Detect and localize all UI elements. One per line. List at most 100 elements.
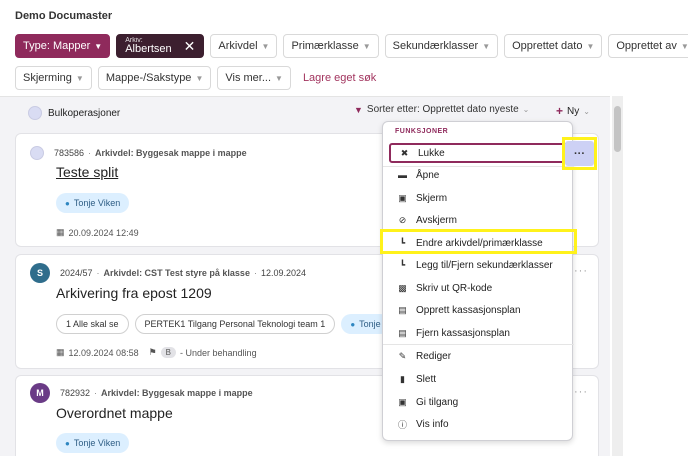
menu-item-label: Avskjerm — [416, 214, 457, 226]
highlight-box — [562, 137, 597, 170]
menu-item-label: Åpne — [416, 169, 440, 181]
bulk-operations-label[interactable]: Bulkoperasjoner — [48, 108, 120, 119]
highlight-box — [380, 229, 577, 254]
sort-icon: ▼ — [354, 104, 363, 115]
scroll-thumb[interactable] — [614, 106, 621, 152]
chevron-down-icon: ▼ — [586, 41, 595, 51]
close-icon[interactable]: ✕ — [184, 38, 196, 55]
plan-icon: ▤ — [398, 304, 407, 315]
avatar: S — [30, 263, 50, 283]
more-options-icon[interactable]: ··· — [574, 265, 588, 277]
chevron-down-icon: ▼ — [680, 41, 688, 51]
card-select-checkbox[interactable] — [30, 146, 44, 160]
menu-item-skjerm[interactable]: ▣ Skjerm — [389, 188, 568, 208]
card-meta: S 2024/57 · Arkivdel: CST Test styre på … — [30, 263, 306, 283]
avatar: M — [30, 383, 50, 403]
card-tags: ● Tonje Viken — [56, 193, 130, 213]
menu-item-label: Fjern kassasjonsplan — [416, 327, 510, 339]
menu-item-gi-tilgang[interactable]: ▣ Gi tilgang — [389, 392, 568, 412]
new-label: Ny — [567, 105, 580, 117]
filter-arkiv-small-label: Arkiv: — [125, 37, 143, 44]
access-tag[interactable]: PERTEK1 Tilgang Personal Teknologi team … — [134, 314, 336, 334]
filter-opprettet-av[interactable]: Opprettet av ▼ — [608, 34, 688, 58]
filter-type-chip[interactable]: Type: Mapper ▼ — [15, 34, 111, 58]
unlock-icon: ⊘ — [398, 214, 407, 225]
app-title: Demo Documaster — [15, 10, 113, 22]
menu-item-label: Slett — [416, 373, 437, 385]
filter-arkivdel[interactable]: Arkivdel ▼ — [210, 34, 278, 58]
lock-icon: ▣ — [398, 192, 407, 203]
sort-label: Sorter etter: Opprettet dato nyeste — [366, 104, 519, 115]
more-options-icon[interactable]: ··· — [574, 386, 588, 398]
person-pill[interactable]: ● Tonje Viken — [56, 193, 130, 213]
card-id: 782932 — [60, 388, 91, 398]
save-search-link[interactable]: Lagre eget søk — [303, 72, 376, 84]
menu-item-label: Rediger — [416, 350, 452, 362]
card-created: 12.09.2024 — [260, 268, 306, 278]
select-all-checkbox[interactable] — [28, 106, 42, 120]
menu-item-label: Vis info — [416, 418, 449, 430]
filter-arkivdel-label: Arkivdel — [218, 40, 258, 52]
filter-vis-mer-label: Vis mer... — [225, 72, 272, 84]
folder-icon: ▬ — [398, 170, 407, 180]
status-text: - Under behandling — [180, 347, 257, 358]
filter-skjerming-label: Skjerming — [23, 72, 72, 84]
menu-item-label: Lukke — [418, 147, 445, 159]
meta-separator: · — [96, 268, 100, 278]
card-date: 20.09.2024 12:49 — [68, 227, 139, 238]
menu-item-sekundaerklasser[interactable]: ┗ Legg til/Fjern sekundærklasser — [389, 255, 568, 275]
menu-item-slett[interactable]: ▮ Slett — [389, 369, 568, 389]
menu-divider — [383, 344, 574, 345]
plus-icon: + — [556, 104, 564, 118]
access-tag[interactable]: 1 Alle skal se — [56, 314, 129, 334]
filter-arkiv-chip[interactable]: Arkiv: Albertsen ✕ — [116, 34, 205, 58]
bulk-toolbar: Bulkoperasjoner — [28, 106, 120, 120]
meta-separator: · — [253, 268, 257, 278]
sort-button[interactable]: ▼ Sorter etter: Opprettet dato nyeste ⌄ — [354, 104, 529, 115]
menu-item-apne[interactable]: ▬ Åpne — [389, 165, 568, 185]
functions-menu: FUNKSJONER ✖ Lukke ▬ Åpne ▣ Skjerm ⊘ Avs… — [382, 121, 574, 441]
menu-item-qr[interactable]: ▩ Skriv ut QR-kode — [389, 278, 568, 298]
menu-item-fjern-kassasjonsplan[interactable]: ▤ Fjern kassasjonsplan — [389, 323, 568, 343]
card-title[interactable]: Arkivering fra epost 1209 — [56, 285, 212, 301]
menu-item-opprett-kassasjonsplan[interactable]: ▤ Opprett kassasjonsplan — [389, 300, 568, 320]
card-date-line: ▦ 12.09.2024 08:58 ⚑ B - Under behandlin… — [56, 347, 257, 358]
card-arkivdel: Arkivdel: CST Test styre på klasse — [103, 268, 250, 278]
filter-opprettet-dato-label: Opprettet dato — [512, 40, 583, 52]
card-title[interactable]: Overordnet mappe — [56, 405, 173, 421]
scrollbar[interactable] — [612, 96, 623, 456]
card-tags: ● Tonje Viken — [56, 433, 130, 453]
filter-opprettet-dato[interactable]: Opprettet dato ▼ — [504, 34, 603, 58]
filter-sekundaerklasser-label: Sekundærklasser — [392, 40, 479, 52]
pencil-icon: ✎ — [398, 350, 407, 361]
flag-icon: ⚑ — [148, 347, 157, 357]
chevron-down-icon: ▼ — [261, 41, 270, 51]
filter-sekundaerklasser[interactable]: Sekundærklasser ▼ — [384, 34, 499, 58]
info-icon: ⓘ — [397, 419, 407, 430]
card-id: 783586 — [54, 148, 85, 158]
filter-sakstype[interactable]: Mappe-/Sakstype ▼ — [97, 66, 212, 90]
menu-item-vis-info[interactable]: ⓘ Vis info — [389, 414, 568, 434]
chevron-down-icon: ▼ — [275, 73, 283, 83]
person-icon: ● — [65, 198, 70, 208]
person-name: Tonje Viken — [73, 438, 121, 448]
new-button[interactable]: + Ny ⌄ — [556, 104, 590, 118]
qr-icon: ▩ — [398, 282, 407, 293]
filter-row-1: Type: Mapper ▼ Arkiv: Albertsen ✕ Arkivd… — [15, 34, 688, 58]
card-title[interactable]: Teste split — [56, 164, 118, 180]
close-circle-icon: ✖ — [400, 147, 409, 158]
menu-item-rediger[interactable]: ✎ Rediger — [389, 346, 568, 366]
menu-item-avskjerm[interactable]: ⊘ Avskjerm — [389, 210, 568, 230]
person-pill[interactable]: ● Tonje Viken — [56, 433, 130, 453]
menu-item-label: Gi tilgang — [416, 396, 459, 408]
person-icon: ● — [65, 438, 70, 448]
chevron-down-icon: ▼ — [94, 41, 103, 51]
filter-arkiv-label: Albertsen — [125, 43, 172, 55]
card-meta: M 782932 · Arkivdel: Byggesak mappe i ma… — [30, 383, 253, 403]
menu-item-lukke[interactable]: ✖ Lukke — [389, 143, 568, 163]
filter-primaerklasse[interactable]: Primærklasse ▼ — [283, 34, 379, 58]
filter-vis-mer[interactable]: Vis mer... ▼ — [217, 66, 291, 90]
filter-skjerming[interactable]: Skjerming ▼ — [15, 66, 92, 90]
chevron-down-icon: ▼ — [482, 41, 491, 51]
plan-remove-icon: ▤ — [398, 327, 407, 338]
